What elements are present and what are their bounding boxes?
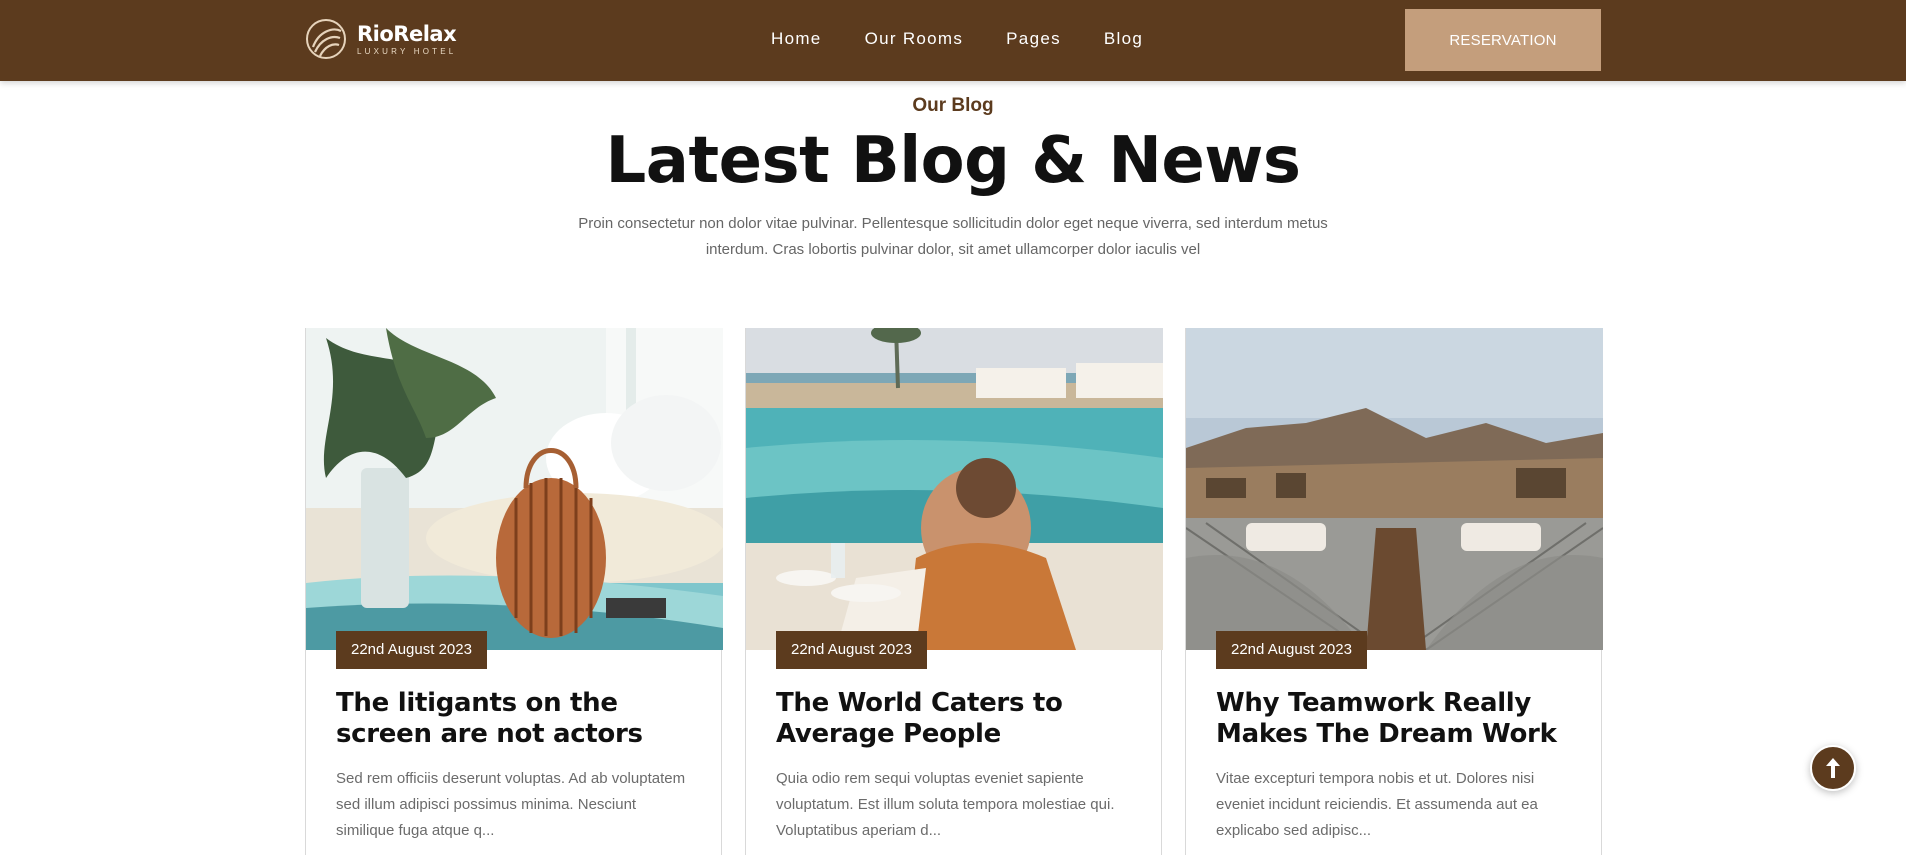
site-header: RioRelax LUXURY HOTEL Home Our Rooms Pag… — [0, 0, 1906, 81]
post-excerpt: Vitae excepturi tempora nobis et ut. Dol… — [1216, 770, 1538, 839]
post-excerpt: Sed rem officiis deserunt voluptas. Ad a… — [336, 770, 686, 839]
mountain-loungers-photo — [1186, 328, 1603, 650]
nav-home[interactable]: Home — [771, 27, 822, 51]
arrow-up-icon — [1826, 758, 1840, 778]
blog-card: 22nd August 2023 The litigants on the sc… — [305, 328, 723, 855]
bedroom-lantern-photo — [306, 328, 723, 650]
blog-card-image[interactable] — [306, 328, 723, 650]
section-title: Latest Blog & News — [605, 124, 1302, 198]
blog-card: 22nd August 2023 The World Caters to Ave… — [745, 328, 1163, 855]
pool-woman-photo — [746, 328, 1163, 650]
blog-card-image[interactable] — [1186, 328, 1603, 650]
section-intro: Proin consectetur non dolor vitae pulvin… — [578, 215, 1328, 258]
main-nav: Home Our Rooms Pages Blog — [771, 27, 1186, 51]
post-title[interactable]: The litigants on the screen are not acto… — [336, 688, 696, 750]
post-excerpt: Quia odio rem sequi voluptas eveniet sap… — [776, 770, 1115, 839]
post-date-badge: 22nd August 2023 — [336, 631, 487, 669]
post-date-badge: 22nd August 2023 — [776, 631, 927, 669]
site-logo[interactable]: RioRelax LUXURY HOTEL — [305, 17, 457, 61]
scroll-to-top-button[interactable] — [1810, 745, 1856, 791]
blog-card-image[interactable] — [746, 328, 1163, 650]
nav-blog[interactable]: Blog — [1104, 27, 1143, 51]
reservation-button[interactable]: RESERVATION — [1405, 9, 1601, 71]
blog-card: 22nd August 2023 Why Teamwork Really Mak… — [1185, 328, 1603, 855]
post-title[interactable]: Why Teamwork Really Makes The Dream Work — [1216, 688, 1576, 750]
nav-our-rooms[interactable]: Our Rooms — [865, 27, 964, 51]
nav-pages[interactable]: Pages — [1006, 27, 1061, 51]
post-title[interactable]: The World Caters to Average People — [776, 688, 1136, 750]
riorelax-logo-icon — [306, 19, 346, 59]
section-eyebrow: Our Blog — [912, 95, 994, 116]
logo-name: RioRelax — [357, 22, 457, 46]
post-date-badge: 22nd August 2023 — [1216, 631, 1367, 669]
logo-tagline: LUXURY HOTEL — [357, 47, 457, 56]
